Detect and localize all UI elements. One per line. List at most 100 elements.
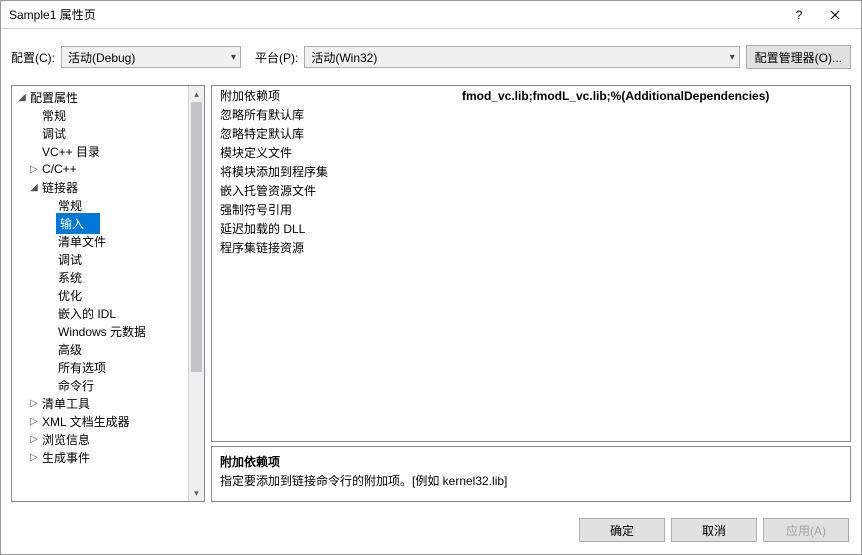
toolbar: 配置(C): 活动(Debug) ▾ 平台(P): 活动(Win32) ▾ 配置… [1, 29, 861, 85]
help-button[interactable]: ? [781, 1, 817, 29]
tree-item[interactable]: ◢配置属性 [12, 88, 188, 106]
expander-icon[interactable]: ▷ [28, 164, 40, 175]
tree-item[interactable]: 调试 [12, 250, 188, 268]
expander-icon[interactable]: ◢ [28, 182, 40, 193]
expander-icon[interactable]: ▷ [28, 434, 40, 445]
property-value[interactable] [454, 181, 850, 200]
tree-label: 清单工具 [40, 395, 92, 412]
tree-label: 所有选项 [56, 359, 108, 376]
property-value[interactable] [454, 219, 850, 238]
tree-item[interactable]: VC++ 目录 [12, 142, 188, 160]
apply-button[interactable]: 应用(A) [763, 518, 849, 542]
expander-icon[interactable]: ▷ [28, 452, 40, 463]
property-row[interactable]: 程序集链接资源 [212, 238, 850, 257]
description-panel: 附加依赖项 指定要添加到链接命令行的附加项。[例如 kernel32.lib] [211, 446, 851, 502]
tree-item[interactable]: 优化 [12, 286, 188, 304]
expander-icon[interactable]: ▷ [28, 416, 40, 427]
tree-item[interactable]: ▷XML 文档生成器 [12, 412, 188, 430]
tree-item[interactable]: ▷清单工具 [12, 394, 188, 412]
tree-item[interactable]: 高级 [12, 340, 188, 358]
expander-icon[interactable]: ▷ [28, 398, 40, 409]
tree-item[interactable]: 调试 [12, 124, 188, 142]
property-name: 强制符号引用 [212, 200, 454, 219]
tree-label: 清单文件 [56, 233, 108, 250]
close-button[interactable] [817, 1, 853, 29]
tree-label: 输入 [56, 213, 100, 234]
config-tree[interactable]: ◢配置属性常规调试VC++ 目录▷C/C++◢链接器常规输入清单文件调试系统优化… [12, 86, 188, 468]
property-row[interactable]: 附加依赖项fmod_vc.lib;fmodL_vc.lib;%(Addition… [212, 86, 850, 105]
scrollbar[interactable]: ▴ ▾ [188, 86, 204, 501]
tree-item[interactable]: ▷浏览信息 [12, 430, 188, 448]
tree-item[interactable]: ▷生成事件 [12, 448, 188, 466]
tree-item[interactable]: 嵌入的 IDL [12, 304, 188, 322]
tree-item[interactable]: ▷C/C++ [12, 160, 188, 178]
property-row[interactable]: 延迟加载的 DLL [212, 219, 850, 238]
property-row[interactable]: 将模块添加到程序集 [212, 162, 850, 181]
titlebar: Sample1 属性页 ? [1, 1, 861, 29]
tree-label: 高级 [56, 341, 84, 358]
scroll-down-icon[interactable]: ▾ [189, 485, 204, 501]
ok-button[interactable]: 确定 [579, 518, 665, 542]
tree-label: 优化 [56, 287, 84, 304]
property-value[interactable] [454, 124, 850, 143]
property-row[interactable]: 忽略特定默认库 [212, 124, 850, 143]
property-name: 忽略特定默认库 [212, 124, 454, 143]
property-value[interactable]: fmod_vc.lib;fmodL_vc.lib;%(AdditionalDep… [454, 86, 850, 105]
property-value[interactable] [454, 238, 850, 257]
property-name: 忽略所有默认库 [212, 105, 454, 124]
tree-label: C/C++ [40, 162, 79, 176]
description-text: 指定要添加到链接命令行的附加项。[例如 kernel32.lib] [220, 472, 842, 489]
tree-item[interactable]: 所有选项 [12, 358, 188, 376]
config-combo[interactable]: 活动(Debug) ▾ [61, 46, 241, 68]
tree-label: 链接器 [40, 179, 80, 196]
tree-label: VC++ 目录 [40, 143, 102, 160]
property-grid[interactable]: 附加依赖项fmod_vc.lib;fmodL_vc.lib;%(Addition… [211, 85, 851, 442]
tree-item[interactable]: ◢链接器 [12, 178, 188, 196]
property-row[interactable]: 强制符号引用 [212, 200, 850, 219]
property-row[interactable]: 模块定义文件 [212, 143, 850, 162]
tree-item[interactable]: 系统 [12, 268, 188, 286]
tree-label: 命令行 [56, 377, 96, 394]
tree-label: 常规 [56, 197, 84, 214]
scrollbar-thumb[interactable] [191, 102, 202, 372]
chevron-down-icon: ▾ [231, 52, 236, 63]
property-row[interactable]: 嵌入托管资源文件 [212, 181, 850, 200]
tree-item[interactable]: 输入 [12, 214, 188, 232]
tree-item[interactable]: 常规 [12, 106, 188, 124]
platform-label: 平台(P): [255, 49, 298, 66]
chevron-down-icon: ▾ [730, 52, 735, 63]
platform-combo[interactable]: 活动(Win32) ▾ [304, 46, 739, 68]
tree-label: 调试 [40, 125, 68, 142]
tree-label: XML 文档生成器 [40, 413, 132, 430]
tree-label: 配置属性 [28, 89, 80, 106]
collapse-icon[interactable]: ◢ [16, 92, 28, 103]
tree-label: 常规 [40, 107, 68, 124]
property-name: 模块定义文件 [212, 143, 454, 162]
config-manager-button[interactable]: 配置管理器(O)... [746, 45, 851, 69]
dialog-buttons: 确定 取消 应用(A) [1, 508, 861, 554]
description-title: 附加依赖项 [220, 453, 842, 470]
tree-label: 浏览信息 [40, 431, 92, 448]
tree-panel: ◢配置属性常规调试VC++ 目录▷C/C++◢链接器常规输入清单文件调试系统优化… [11, 85, 205, 502]
tree-item[interactable]: 命令行 [12, 376, 188, 394]
tree-item[interactable]: 清单文件 [12, 232, 188, 250]
cancel-button[interactable]: 取消 [671, 518, 757, 542]
tree-label: Windows 元数据 [56, 323, 148, 340]
property-name: 将模块添加到程序集 [212, 162, 454, 181]
tree-item[interactable]: 常规 [12, 196, 188, 214]
property-value[interactable] [454, 105, 850, 124]
property-value[interactable] [454, 143, 850, 162]
property-name: 附加依赖项 [212, 86, 454, 105]
property-name: 程序集链接资源 [212, 238, 454, 257]
property-row[interactable]: 忽略所有默认库 [212, 105, 850, 124]
tree-label: 生成事件 [40, 449, 92, 466]
property-value[interactable] [454, 162, 850, 181]
property-name: 嵌入托管资源文件 [212, 181, 454, 200]
scroll-up-icon[interactable]: ▴ [189, 86, 204, 102]
tree-label: 系统 [56, 269, 84, 286]
property-name: 延迟加载的 DLL [212, 219, 454, 238]
config-label: 配置(C): [11, 49, 55, 66]
property-value[interactable] [454, 200, 850, 219]
window-title: Sample1 属性页 [9, 6, 781, 23]
tree-item[interactable]: Windows 元数据 [12, 322, 188, 340]
